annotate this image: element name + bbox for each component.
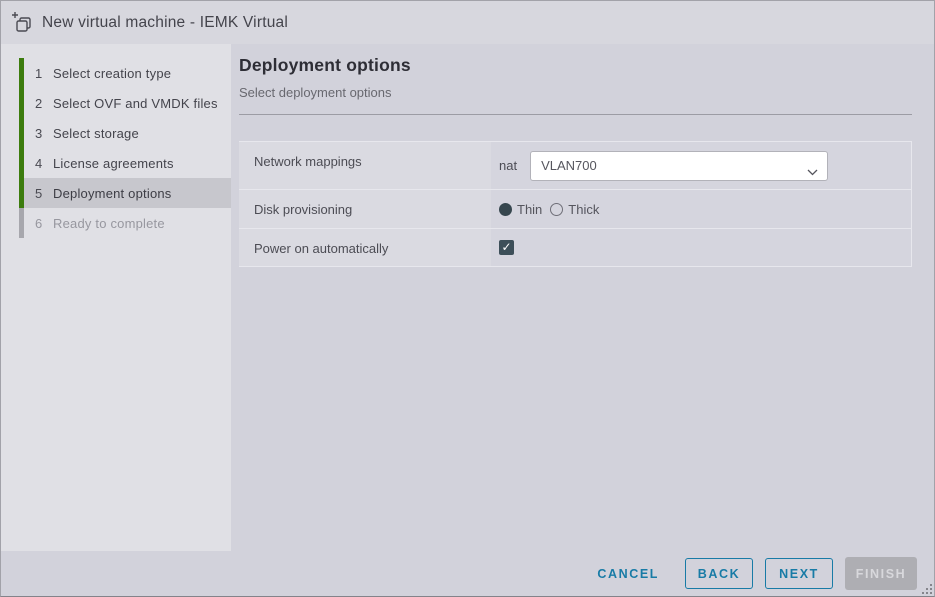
step-number: 4 [35,156,53,171]
step-label: Select storage [53,126,139,141]
step-label: Deployment options [53,186,172,201]
power-on-checkbox[interactable]: ✓ [499,240,514,255]
step-label: License agreements [53,156,174,171]
network-mapping-select[interactable]: VLAN700 [530,151,828,181]
network-mappings-label: Network mappings [239,142,491,189]
new-vm-wizard-dialog: New virtual machine - IEMK Virtual 1 Sel… [0,0,935,597]
step-number: 6 [35,216,53,231]
disk-provisioning-row: Disk provisioning Thin Thick [239,190,911,229]
back-button[interactable]: BACK [685,558,753,589]
chevron-down-icon [807,163,818,181]
deployment-options-form: Network mappings nat VLAN700 [239,141,912,267]
step-license-agreements[interactable]: 4 License agreements [1,148,231,178]
disk-provisioning-radio-group: Thin Thick [499,202,607,217]
step-deployment-options[interactable]: 5 Deployment options [1,178,231,208]
power-on-row: Power on automatically ✓ [239,229,911,267]
dialog-title: New virtual machine - IEMK Virtual [42,14,288,32]
new-vm-icon [10,11,34,35]
selected-network: VLAN700 [541,158,597,173]
nic-name-label: nat [499,158,517,173]
radio-thin-label: Thin [517,202,542,217]
step-number: 1 [35,66,53,81]
page-subtitle: Select deployment options [239,85,912,100]
radio-thin-circle[interactable] [499,203,512,216]
radio-thick-circle[interactable] [550,203,563,216]
step-number: 3 [35,126,53,141]
step-select-storage[interactable]: 3 Select storage [1,118,231,148]
radio-thick-label: Thick [568,202,599,217]
dialog-titlebar: New virtual machine - IEMK Virtual [1,1,934,44]
radio-thin[interactable]: Thin [499,202,542,217]
network-mappings-row: Network mappings nat VLAN700 [239,142,911,190]
step-label: Select creation type [53,66,171,81]
step-ready-to-complete[interactable]: 6 Ready to complete [1,208,231,238]
radio-thick[interactable]: Thick [550,202,599,217]
finish-button: FINISH [845,557,917,590]
wizard-footer: CANCEL BACK NEXT FINISH [1,551,934,596]
step-label: Select OVF and VMDK files [53,96,218,111]
step-number: 5 [35,186,53,201]
disk-provisioning-label: Disk provisioning [239,190,491,228]
step-select-ovf-vmdk-files[interactable]: 2 Select OVF and VMDK files [1,88,231,118]
step-number: 2 [35,96,53,111]
next-button[interactable]: NEXT [765,558,833,589]
step-label: Ready to complete [53,216,165,231]
cancel-button[interactable]: CANCEL [583,559,673,589]
page-title: Deployment options [239,55,912,76]
main-panel: Deployment options Select deployment opt… [231,44,934,551]
window-resize-grip[interactable] [922,584,933,595]
step-select-creation-type[interactable]: 1 Select creation type [1,58,231,88]
header-divider [239,114,912,115]
power-on-label: Power on automatically [239,229,491,266]
wizard-steps-sidebar: 1 Select creation type 2 Select OVF and … [1,44,231,551]
